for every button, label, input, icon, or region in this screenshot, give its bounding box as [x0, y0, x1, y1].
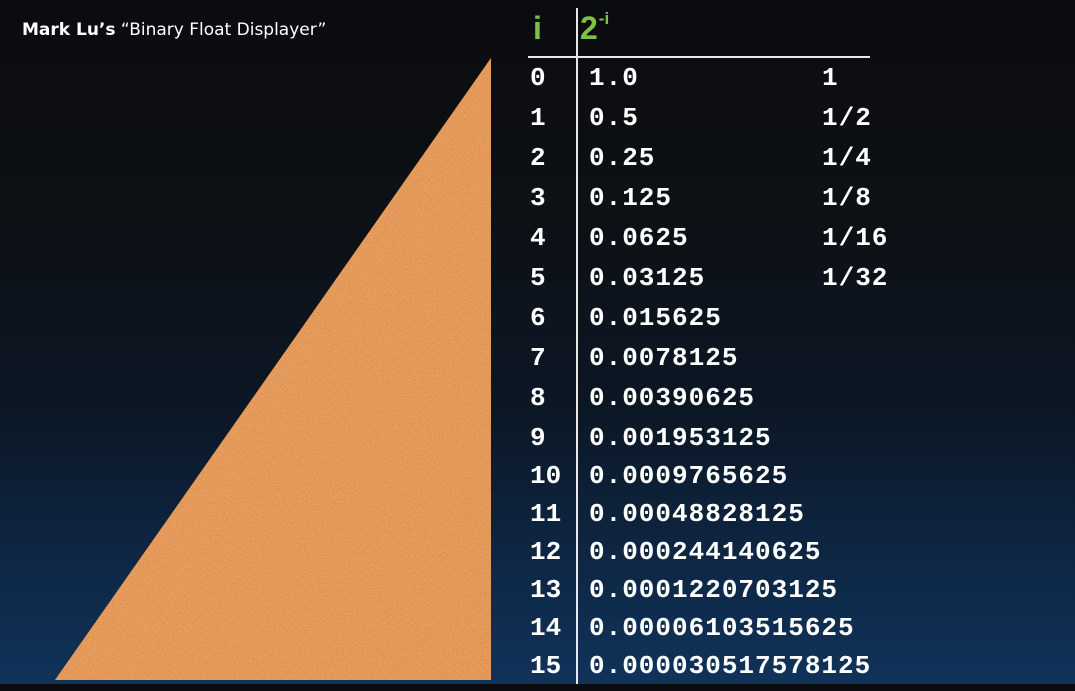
row-index: 3 [530, 183, 546, 213]
row-index: 7 [530, 343, 546, 373]
row-index: 1 [530, 103, 546, 133]
row-value: 0.00048828125 [589, 499, 805, 529]
row-index: 14 [530, 613, 562, 643]
row-index: 5 [530, 263, 546, 293]
row-index: 13 [530, 575, 562, 605]
row-index: 2 [530, 143, 546, 173]
row-value: 0.125 [589, 183, 673, 213]
row-index: 9 [530, 423, 546, 453]
column-header-power: 2-i [580, 9, 610, 47]
row-value: 0.000030517578125 [589, 651, 872, 681]
row-index: 15 [530, 651, 562, 681]
row-value: 0.0001220703125 [589, 575, 839, 605]
row-value: 0.000244140625 [589, 537, 822, 567]
row-value: 0.5 [589, 103, 639, 133]
row-value: 0.001953125 [589, 423, 772, 453]
row-value: 0.25 [589, 143, 656, 173]
row-index: 6 [530, 303, 546, 333]
row-index: 8 [530, 383, 546, 413]
row-value: 0.0625 [589, 223, 689, 253]
row-index: 4 [530, 223, 546, 253]
row-value: 0.00390625 [589, 383, 756, 413]
row-value: 0.0078125 [589, 343, 739, 373]
row-value: 1.0 [589, 63, 639, 93]
row-index: 11 [530, 499, 562, 529]
row-fraction: 1 [822, 63, 839, 93]
row-index: 10 [530, 461, 562, 491]
row-fraction: 1/8 [822, 183, 872, 213]
row-fraction: 1/4 [822, 143, 872, 173]
row-fraction: 1/16 [822, 223, 889, 253]
row-fraction: 1/32 [822, 263, 889, 293]
header-power-base: 2 [580, 10, 598, 46]
row-value: 0.03125 [589, 263, 706, 293]
row-fraction: 1/2 [822, 103, 872, 133]
column-divider [576, 8, 578, 684]
row-value: 0.015625 [589, 303, 722, 333]
row-value: 0.0009765625 [589, 461, 789, 491]
row-index: 12 [530, 537, 562, 567]
row-value: 0.00006103515625 [589, 613, 855, 643]
row-index: 0 [530, 63, 546, 93]
header-divider [528, 56, 870, 58]
column-header-index: i [533, 10, 542, 46]
header-power-exponent: -i [598, 9, 610, 28]
